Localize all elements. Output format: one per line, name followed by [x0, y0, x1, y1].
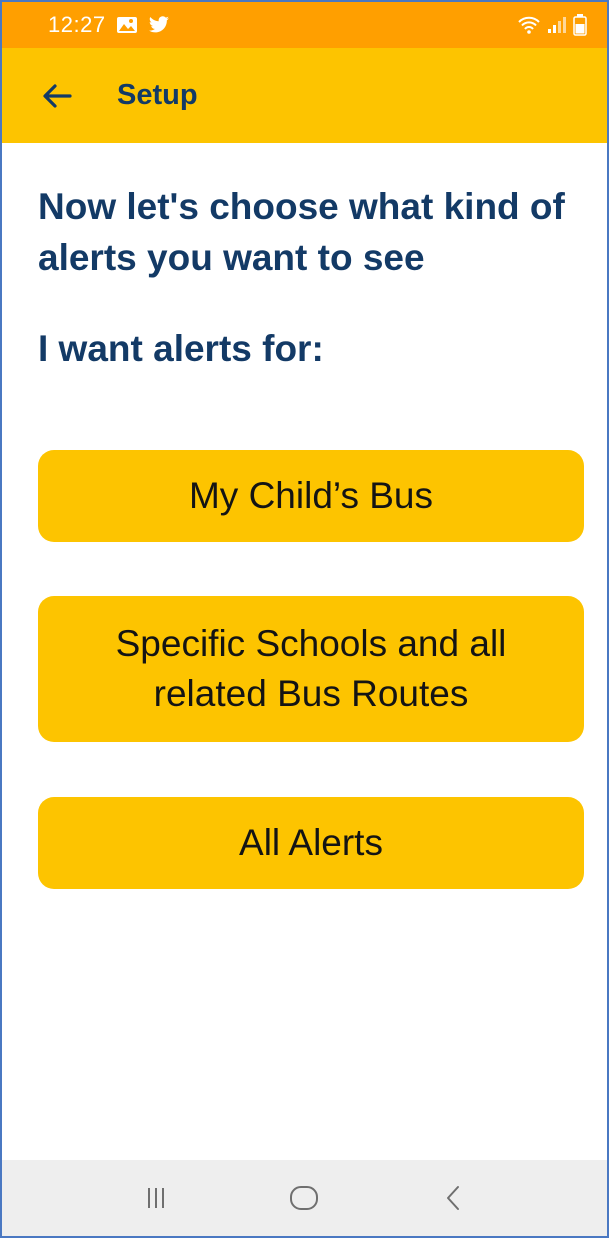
gallery-icon — [116, 16, 138, 34]
recent-apps-button[interactable] — [121, 1168, 191, 1228]
phone-screen: 12:27 Setup Now let's choose what kind o… — [0, 0, 609, 1238]
home-icon — [289, 1185, 319, 1211]
page-title: Setup — [117, 79, 198, 111]
home-button[interactable] — [269, 1168, 339, 1228]
status-right — [517, 14, 587, 36]
app-bar: Setup — [2, 48, 607, 143]
specific-schools-button[interactable]: Specific Schools and all related Bus Rou… — [38, 596, 584, 742]
status-bar: 12:27 — [2, 2, 607, 48]
main-content: Now let's choose what kind of alerts you… — [38, 143, 586, 374]
arrow-left-icon — [42, 83, 72, 109]
status-time: 12:27 — [48, 12, 106, 37]
signal-icon — [547, 16, 567, 34]
back-icon — [445, 1185, 461, 1211]
all-alerts-label: All Alerts — [239, 822, 383, 863]
setup-headline: Now let's choose what kind of alerts you… — [38, 186, 565, 278]
recent-apps-icon — [146, 1187, 166, 1209]
my-childs-bus-label: My Child’s Bus — [188, 475, 433, 516]
back-button[interactable] — [27, 66, 87, 126]
navigation-bar — [2, 1160, 607, 1236]
all-alerts-button[interactable]: All Alerts — [38, 797, 584, 889]
wifi-icon — [517, 15, 541, 35]
system-back-button[interactable] — [418, 1168, 488, 1228]
specific-schools-label: Specific Schools and all related Bus Rou… — [115, 623, 507, 714]
status-left: 12:27 — [48, 12, 170, 38]
battery-icon — [573, 14, 587, 36]
alerts-subheading: I want alerts for: — [38, 328, 324, 369]
my-childs-bus-button[interactable]: My Child’s Bus — [38, 450, 584, 542]
twitter-icon — [148, 16, 170, 34]
